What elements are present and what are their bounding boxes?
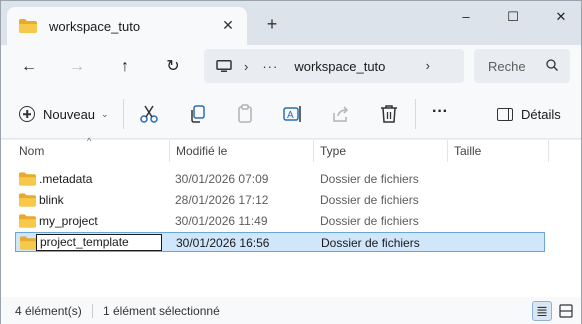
chevron-right-icon[interactable]: ›	[426, 58, 430, 73]
status-bar: 4 élément(s) 1 élément sélectionné	[1, 297, 581, 324]
cut-icon[interactable]	[138, 103, 160, 125]
divider	[123, 99, 124, 129]
file-name: my_project	[39, 214, 98, 228]
file-explorer-window: workspace_tuto ✕ + – ☐ ✕ ← → ↑ ↻ › ··· w…	[0, 0, 582, 324]
computer-icon	[216, 60, 232, 72]
file-modified: 30/01/2026 11:49	[175, 214, 268, 228]
tab-title: workspace_tuto	[49, 18, 141, 34]
folder-icon	[20, 236, 37, 250]
file-modified: 30/01/2026 07:09	[175, 172, 269, 186]
file-modified: 28/01/2026 17:12	[175, 193, 269, 207]
tiles-view-icon[interactable]	[556, 301, 576, 321]
search-icon	[546, 59, 558, 71]
list-item-selected[interactable]: project_template 30/01/2026 16:56 Dossie…	[15, 232, 545, 252]
back-button[interactable]: ←	[15, 53, 43, 81]
tab-strip: workspace_tuto ✕ + – ☐ ✕	[1, 1, 581, 45]
refresh-button[interactable]: ↻	[159, 53, 187, 81]
svg-text:A: A	[287, 110, 294, 121]
details-button[interactable]: Détails	[497, 103, 561, 125]
selection-count: 1 élément sélectionné	[103, 304, 220, 318]
details-pane-icon	[497, 107, 513, 121]
minimize-button[interactable]: –	[451, 5, 481, 29]
breadcrumb-current[interactable]: workspace_tuto	[294, 59, 385, 74]
file-list: ^ Nom Modifié le Type Taille .metadata 3…	[1, 136, 581, 297]
item-count: 4 élément(s)	[15, 304, 82, 318]
list-item[interactable]: my_project 30/01/2026 11:49 Dossier de f…	[15, 211, 545, 231]
share-icon[interactable]	[330, 103, 352, 125]
navigation-bar: ← → ↑ ↻ › ··· workspace_tuto › Reche	[1, 45, 581, 89]
breadcrumb-overflow[interactable]: ···	[262, 59, 278, 74]
file-type: Dossier de fichiers	[320, 172, 419, 186]
folder-icon	[19, 19, 37, 33]
folder-icon	[19, 214, 36, 228]
address-bar[interactable]: › ··· workspace_tuto ›	[204, 49, 464, 83]
details-label: Détails	[521, 106, 561, 122]
file-type: Dossier de fichiers	[320, 193, 419, 207]
maximize-button[interactable]: ☐	[498, 5, 528, 29]
copy-icon[interactable]	[187, 103, 209, 125]
column-header-size[interactable]: Taille	[448, 140, 548, 162]
close-icon[interactable]: ✕	[219, 16, 237, 34]
divider	[415, 99, 416, 129]
breadcrumb-separator[interactable]: ›	[244, 59, 248, 74]
delete-icon[interactable]	[378, 103, 400, 125]
folder-icon	[19, 172, 36, 186]
chevron-down-icon: ⌄	[101, 108, 109, 119]
file-type: Dossier de fichiers	[320, 214, 419, 228]
rename-icon[interactable]: A	[282, 103, 304, 125]
list-item[interactable]: blink 28/01/2026 17:12 Dossier de fichie…	[15, 190, 545, 210]
list-item[interactable]: .metadata 30/01/2026 07:09 Dossier de fi…	[15, 169, 545, 189]
up-button[interactable]: ↑	[111, 53, 139, 81]
plus-circle-icon	[19, 106, 35, 122]
file-name: .metadata	[39, 172, 93, 186]
column-header-type[interactable]: Type	[314, 140, 447, 162]
column-header-name[interactable]: Nom	[13, 140, 169, 162]
column-header-modified[interactable]: Modifié le	[170, 140, 313, 162]
new-button[interactable]: Nouveau ⌄	[13, 101, 109, 127]
search-placeholder: Reche	[488, 58, 526, 74]
command-bar: Nouveau ⌄ A ··· Détails	[1, 89, 581, 139]
search-input[interactable]: Reche	[474, 49, 570, 83]
new-tab-button[interactable]: +	[261, 13, 283, 35]
new-label: Nouveau	[43, 106, 96, 122]
more-options-button[interactable]: ···	[429, 103, 451, 125]
folder-icon	[19, 193, 36, 207]
file-name: blink	[39, 193, 64, 207]
details-view-icon[interactable]	[532, 301, 552, 321]
paste-icon[interactable]	[234, 103, 256, 125]
file-type: Dossier de fichiers	[321, 236, 420, 250]
file-modified: 30/01/2026 16:56	[176, 236, 270, 250]
rename-input[interactable]: project_template	[36, 234, 162, 251]
close-window-button[interactable]: ✕	[546, 5, 576, 29]
forward-button[interactable]: →	[63, 53, 91, 81]
divider	[92, 304, 93, 318]
tab-workspace[interactable]: workspace_tuto ✕	[7, 7, 247, 45]
column-divider[interactable]	[548, 140, 549, 162]
